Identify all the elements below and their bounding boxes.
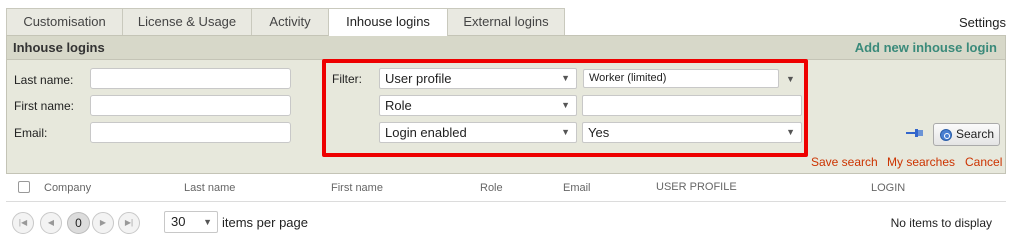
search-panel: Inhouse logins Add new inhouse login Las…: [6, 35, 1006, 174]
tab-customisation[interactable]: Customisation: [6, 8, 123, 35]
column-header-company[interactable]: Company: [44, 182, 91, 194]
filter-value-text: Worker (limited): [589, 72, 667, 84]
first-name-input[interactable]: [90, 95, 291, 116]
filter-field-select-1[interactable]: User profile ▼: [379, 68, 577, 89]
filter-field-value: Login enabled: [385, 125, 467, 140]
search-button[interactable]: Search: [933, 123, 1000, 146]
pager-status: No items to display: [890, 216, 992, 230]
previous-page-icon[interactable]: ◀: [40, 212, 62, 234]
dropdown-arrow-icon: ▼: [561, 73, 570, 83]
dropdown-arrow-icon: ▼: [561, 127, 570, 137]
column-header-login[interactable]: LOGIN: [871, 182, 905, 194]
tab-bar: Customisation License & Usage Activity I…: [6, 8, 565, 36]
filter-label: Filter:: [332, 72, 362, 86]
column-header-email[interactable]: Email: [563, 182, 591, 194]
add-new-inhouse-login-link[interactable]: Add new inhouse login: [855, 40, 997, 55]
dropdown-arrow-icon: ▼: [203, 217, 212, 227]
settings-link[interactable]: Settings: [959, 15, 1006, 30]
tab-inhouse-logins[interactable]: Inhouse logins: [328, 8, 448, 36]
panel-title: Inhouse logins: [13, 40, 105, 55]
grid-header: Company Last name First name Role Email …: [6, 174, 1006, 202]
current-page: 0: [67, 212, 90, 234]
my-searches-link[interactable]: My searches: [887, 155, 955, 169]
column-header-role[interactable]: Role: [480, 182, 503, 194]
cancel-link[interactable]: Cancel: [965, 155, 1002, 169]
last-name-input[interactable]: [90, 68, 291, 89]
column-header-last-name[interactable]: Last name: [184, 182, 235, 194]
panel-header: Inhouse logins Add new inhouse login: [7, 36, 1005, 60]
last-page-icon[interactable]: ▶|: [118, 212, 140, 234]
next-page-icon[interactable]: ▶: [92, 212, 114, 234]
email-input[interactable]: [90, 122, 291, 143]
filter-value-select-3[interactable]: Yes ▼: [582, 122, 802, 143]
pin-icon[interactable]: [906, 127, 924, 139]
dropdown-arrow-icon[interactable]: ▼: [786, 74, 795, 84]
filter-field-select-2[interactable]: Role ▼: [379, 95, 577, 116]
filter-field-select-3[interactable]: Login enabled ▼: [379, 122, 577, 143]
dropdown-arrow-icon: ▼: [561, 100, 570, 110]
column-header-first-name[interactable]: First name: [331, 182, 383, 194]
first-page-icon[interactable]: |◀: [12, 212, 34, 234]
filter-value-input-2[interactable]: [582, 95, 802, 116]
tab-activity[interactable]: Activity: [251, 8, 329, 35]
search-button-label: Search: [956, 127, 995, 141]
tab-license-usage[interactable]: License & Usage: [122, 8, 252, 35]
email-label: Email:: [14, 126, 48, 140]
tab-external-logins[interactable]: External logins: [447, 8, 565, 35]
save-search-link[interactable]: Save search: [811, 155, 878, 169]
filter-field-value: Role: [385, 98, 412, 113]
filter-value-text: Yes: [588, 125, 610, 140]
last-name-label: Last name:: [14, 73, 74, 87]
dropdown-arrow-icon: ▼: [786, 127, 795, 137]
select-all-checkbox[interactable]: [18, 181, 30, 193]
first-name-label: First name:: [14, 99, 75, 113]
items-per-page-label: items per page: [222, 215, 308, 230]
page-size-value: 30: [171, 214, 186, 229]
pager: |◀ ◀ 0 ▶ ▶| 30 ▼ items per page No items…: [6, 202, 1006, 242]
filter-field-value: User profile: [385, 71, 452, 86]
search-icon: [940, 129, 952, 141]
page-size-select[interactable]: 30 ▼: [164, 211, 218, 233]
filter-value-input-1[interactable]: Worker (limited): [583, 69, 779, 88]
column-header-user-profile[interactable]: USER PROFILE: [656, 181, 737, 193]
